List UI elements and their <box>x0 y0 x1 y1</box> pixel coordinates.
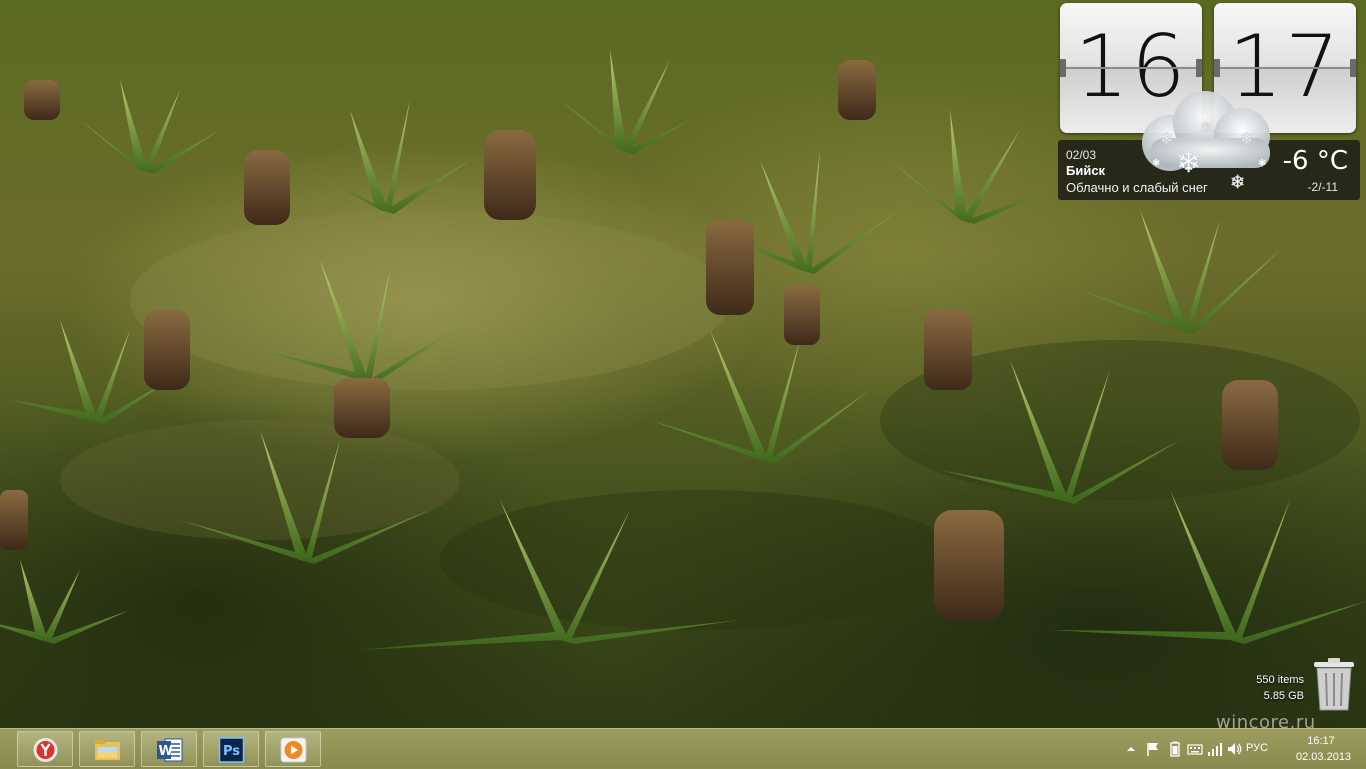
taskbar-clock[interactable]: 16:17 02.03.2013 <box>1296 733 1352 765</box>
taskbar-time: 16:17 <box>1307 735 1335 747</box>
recycle-bin-items: 550 items <box>1256 674 1304 686</box>
weather-range: -2/-11 <box>1307 180 1338 194</box>
taskbar-media-player-button[interactable] <box>265 731 321 767</box>
recycle-bin-info: 550 items 5.85 GB <box>1230 672 1304 704</box>
svg-text:❄: ❄ <box>1230 172 1245 193</box>
taskbar-file-explorer-button[interactable] <box>79 731 135 767</box>
photoshop-icon: Ps <box>218 737 245 763</box>
weather-temperature: -6 °C <box>1282 146 1348 176</box>
battery-icon[interactable] <box>1166 740 1184 758</box>
taskbar-date: 02.03.2013 <box>1296 751 1352 763</box>
clock-hinge <box>1060 67 1202 69</box>
show-hidden-icons-icon[interactable] <box>1122 740 1140 758</box>
clock-hinge <box>1214 67 1356 69</box>
word-icon: W <box>157 738 183 762</box>
taskbar-word-button[interactable]: W <box>141 731 197 767</box>
svg-text:❄: ❄ <box>1200 120 1212 136</box>
svg-text:❄: ❄ <box>1160 129 1173 148</box>
taskbar-yandex-browser-button[interactable] <box>17 731 73 767</box>
svg-text:Ps: Ps <box>223 744 240 759</box>
weather-date: 02/03 <box>1066 148 1097 162</box>
taskbar-photoshop-button[interactable]: Ps <box>203 731 259 767</box>
snow-cloud-icon: ❄ ❄ ❄ ❄ ❄ ✱ ✱ <box>1142 91 1270 193</box>
recycle-bin-icon[interactable] <box>1310 656 1358 712</box>
yandex-browser-icon <box>33 738 58 762</box>
svg-text:❄: ❄ <box>1240 129 1253 148</box>
file-explorer-icon <box>95 740 120 760</box>
taskbar: W Ps РУС 16:17 02.03.2013 <box>0 728 1366 769</box>
recycle-bin-size: 5.85 GB <box>1263 690 1304 702</box>
media-player-icon <box>280 737 307 763</box>
svg-text:W: W <box>159 744 173 759</box>
svg-text:✱: ✱ <box>1152 158 1160 169</box>
network-signal-icon[interactable] <box>1206 740 1224 758</box>
svg-text:✱: ✱ <box>1258 158 1266 169</box>
input-language-indicator[interactable]: РУС <box>1246 742 1268 754</box>
volume-icon[interactable] <box>1226 740 1244 758</box>
keyboard-icon[interactable] <box>1186 740 1204 758</box>
action-center-flag-icon[interactable] <box>1144 740 1162 758</box>
weather-city: Бийск <box>1066 163 1106 178</box>
svg-text:❄: ❄ <box>1176 145 1201 180</box>
